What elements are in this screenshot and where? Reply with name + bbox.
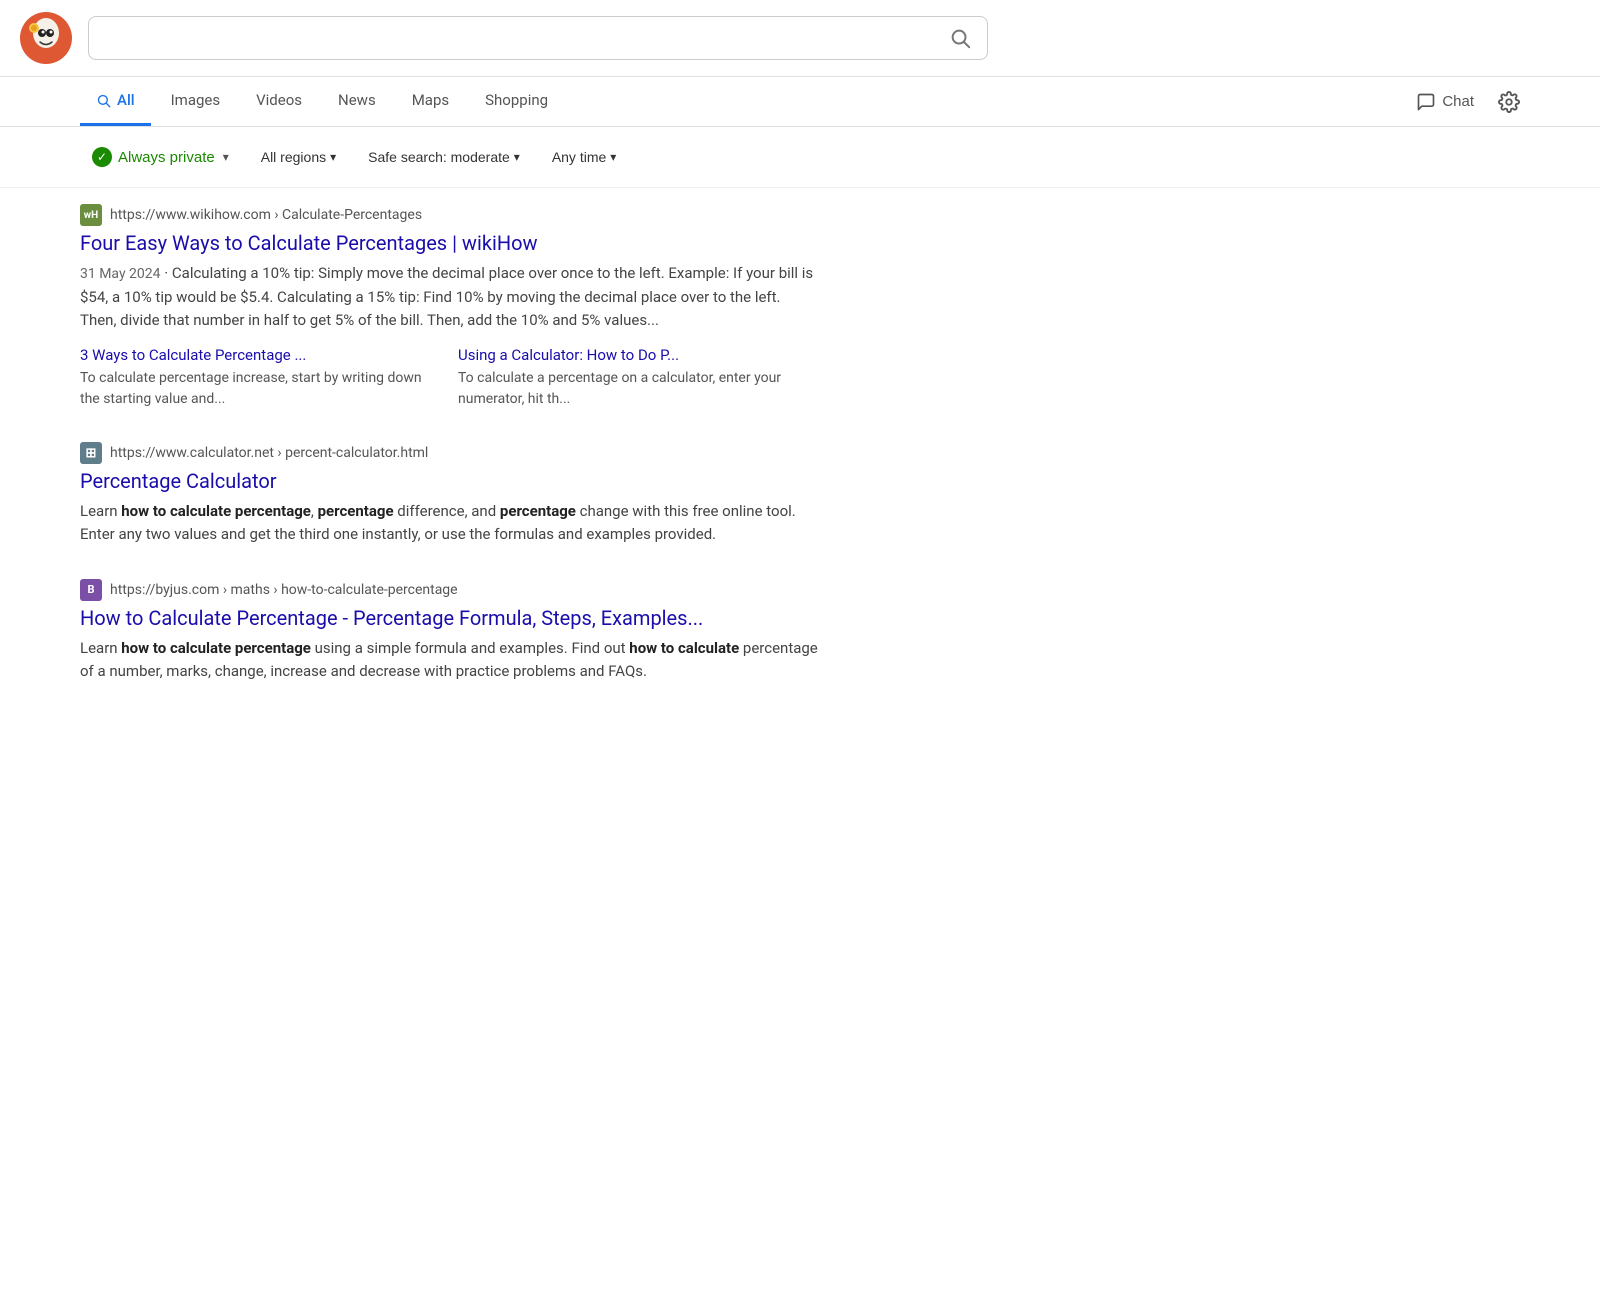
gear-icon	[1498, 91, 1520, 113]
always-private-label: Always private	[118, 149, 215, 166]
chat-icon	[1416, 92, 1436, 112]
search-submit-button[interactable]	[949, 27, 971, 49]
result-item-2: ⊞ https://www.calculator.net › percent-c…	[80, 442, 820, 547]
safe-search-filter[interactable]: Safe search: moderate ▾	[356, 143, 532, 171]
result-snippet-1: 31 May 2024 · Calculating a 10% tip: Sim…	[80, 262, 820, 332]
chat-label: Chat	[1442, 93, 1474, 110]
always-private-filter[interactable]: ✓ Always private ▾	[80, 141, 241, 173]
header: how to calculate percentage	[0, 0, 1600, 77]
tab-videos-label: Videos	[256, 91, 302, 109]
ddg-logo[interactable]	[20, 12, 72, 64]
result-title-3[interactable]: How to Calculate Percentage - Percentage…	[80, 605, 820, 631]
result-snippet-3: Learn how to calculate percentage using …	[80, 637, 820, 684]
tab-maps-label: Maps	[412, 91, 449, 109]
search-results: wH https://www.wikihow.com › Calculate-P…	[0, 188, 900, 731]
private-check-icon: ✓	[92, 147, 112, 167]
search-bar[interactable]: how to calculate percentage	[88, 16, 988, 60]
result-snippet-2: Learn how to calculate percentage, perce…	[80, 500, 820, 547]
regions-label: All regions	[261, 149, 326, 165]
tab-news-label: News	[338, 91, 376, 109]
result-title-1[interactable]: Four Easy Ways to Calculate Percentages …	[80, 230, 820, 256]
sub-link-item-1b: Using a Calculator: How to Do P... To ca…	[458, 346, 820, 410]
result-title-2[interactable]: Percentage Calculator	[80, 468, 820, 494]
tab-images-label: Images	[171, 91, 221, 109]
sub-link-title-1a[interactable]: 3 Ways to Calculate Percentage ...	[80, 346, 442, 364]
result-url-row-3: B https://byjus.com › maths › how-to-cal…	[80, 579, 820, 601]
search-icon	[96, 93, 111, 108]
settings-button[interactable]	[1498, 91, 1520, 113]
safe-search-label: Safe search: moderate	[368, 149, 510, 165]
nav-right: Chat	[1408, 82, 1520, 122]
regions-chevron-icon: ▾	[330, 150, 336, 164]
nav-tabs: All Images Videos News Maps Shopping Cha…	[0, 77, 1600, 127]
safe-search-chevron-icon: ▾	[514, 150, 520, 164]
sub-links-1: 3 Ways to Calculate Percentage ... To ca…	[80, 346, 820, 410]
result-item-1: wH https://www.wikihow.com › Calculate-P…	[80, 204, 820, 410]
time-filter[interactable]: Any time ▾	[540, 143, 629, 171]
result-url-3: https://byjus.com › maths › how-to-calcu…	[110, 582, 458, 598]
tab-all-label: All	[117, 91, 135, 109]
sub-link-desc-1b: To calculate a percentage on a calculato…	[458, 370, 781, 407]
sub-link-item-1a: 3 Ways to Calculate Percentage ... To ca…	[80, 346, 442, 410]
time-label: Any time	[552, 149, 606, 165]
sub-link-title-1b[interactable]: Using a Calculator: How to Do P...	[458, 346, 820, 364]
search-input[interactable]: how to calculate percentage	[105, 28, 949, 49]
result-url-row-1: wH https://www.wikihow.com › Calculate-P…	[80, 204, 820, 226]
tab-all[interactable]: All	[80, 77, 151, 126]
favicon-calculator: ⊞	[80, 442, 102, 464]
result-url-2: https://www.calculator.net › percent-cal…	[110, 445, 428, 461]
time-chevron-icon: ▾	[610, 150, 616, 164]
tab-videos[interactable]: Videos	[240, 77, 318, 126]
regions-filter[interactable]: All regions ▾	[249, 143, 348, 171]
result-snippet-sep: ·	[164, 264, 172, 282]
result-snippet-text-1: Calculating a 10% tip: Simply move the d…	[80, 264, 813, 329]
result-item-3: B https://byjus.com › maths › how-to-cal…	[80, 579, 820, 684]
sub-link-desc-1a: To calculate percentage increase, start …	[80, 370, 422, 407]
tab-shopping-label: Shopping	[485, 91, 548, 109]
filters-bar: ✓ Always private ▾ All regions ▾ Safe se…	[0, 127, 1600, 188]
favicon-byjus: B	[80, 579, 102, 601]
tab-maps[interactable]: Maps	[396, 77, 465, 126]
tab-news[interactable]: News	[322, 77, 392, 126]
result-url-1: https://www.wikihow.com › Calculate-Perc…	[110, 207, 422, 223]
chat-button[interactable]: Chat	[1408, 82, 1482, 122]
tab-images[interactable]: Images	[155, 77, 237, 126]
result-date-1: 31 May 2024	[80, 266, 161, 282]
tab-shopping[interactable]: Shopping	[469, 77, 564, 126]
favicon-wikihow: wH	[80, 204, 102, 226]
private-chevron-icon: ▾	[223, 150, 229, 164]
result-url-row-2: ⊞ https://www.calculator.net › percent-c…	[80, 442, 820, 464]
